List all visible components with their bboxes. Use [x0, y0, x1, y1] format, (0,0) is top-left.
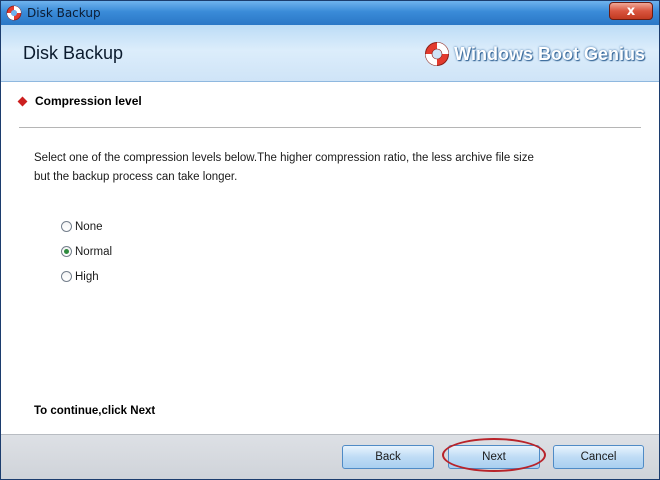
description-text: Select one of the compression levels bel…	[34, 149, 634, 187]
radio-label-none[interactable]: None	[75, 221, 103, 233]
continue-instruction: To continue,click Next	[34, 405, 156, 417]
radio-label-normal[interactable]: Normal	[75, 246, 112, 258]
radio-option-high[interactable]: High	[61, 264, 112, 289]
divider	[19, 127, 641, 128]
radio-option-none[interactable]: None	[61, 214, 112, 239]
title-bar[interactable]: Disk Backup x	[1, 1, 659, 25]
compression-radio-group: None Normal High	[61, 214, 112, 289]
brand-name: Windows Boot Genius	[454, 43, 645, 64]
lifebuoy-logo-icon	[425, 42, 450, 66]
close-icon: x	[626, 4, 636, 19]
radio-label-high[interactable]: High	[75, 271, 99, 283]
radio-button-high[interactable]	[61, 271, 72, 282]
disk-backup-window: Disk Backup x Disk Backup Windows Boot G…	[0, 0, 660, 480]
wizard-header: Disk Backup Windows Boot Genius	[1, 25, 659, 82]
lifebuoy-icon	[6, 5, 22, 21]
section-title: Compression level	[35, 94, 142, 108]
cancel-button[interactable]: Cancel	[553, 445, 644, 469]
radio-button-normal[interactable]	[61, 246, 72, 257]
bullet-diamond-icon	[17, 96, 28, 106]
section-header: Compression level	[17, 93, 142, 109]
radio-option-normal[interactable]: Normal	[61, 239, 112, 264]
radio-button-none[interactable]	[61, 221, 72, 232]
description-line-1: Select one of the compression levels bel…	[34, 152, 534, 164]
window-title: Disk Backup	[27, 6, 101, 20]
page-title: Disk Backup	[23, 43, 124, 63]
description-line-2: but the backup process can take longer.	[34, 171, 238, 183]
next-button[interactable]: Next	[448, 445, 540, 469]
brand-logo: Windows Boot Genius	[424, 39, 645, 69]
close-button[interactable]: x	[609, 2, 653, 20]
back-button[interactable]: Back	[342, 445, 434, 469]
button-bar: Back Next Cancel	[1, 434, 659, 479]
